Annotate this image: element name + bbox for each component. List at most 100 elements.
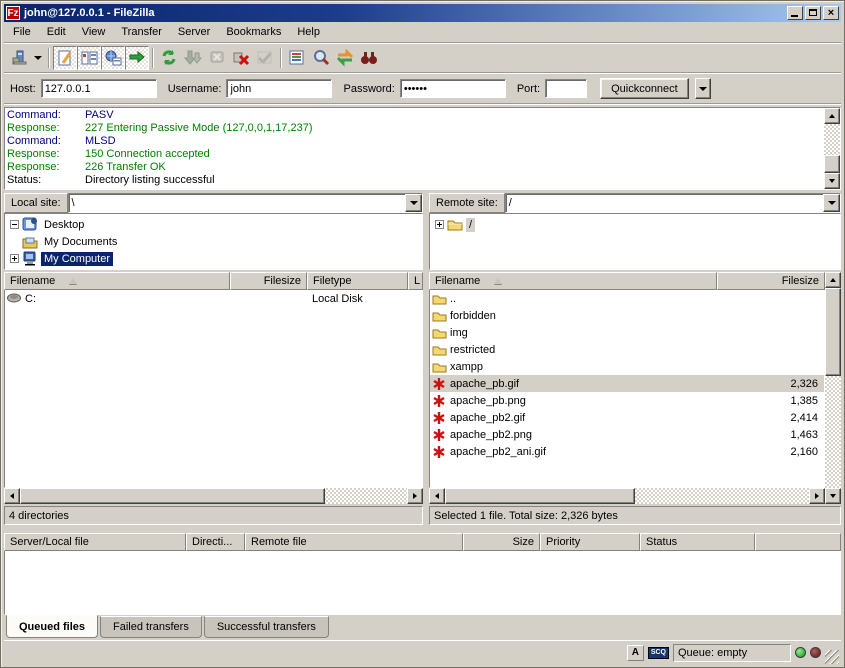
refresh-button[interactable]: [157, 46, 181, 70]
menu-transfer[interactable]: Transfer: [113, 24, 170, 40]
scroll-right-button[interactable]: [407, 488, 423, 504]
speed-limit-badge-icon[interactable]: SCQ: [648, 647, 669, 659]
column-header-filename[interactable]: Filename: [429, 272, 717, 290]
column-header-server-local-file[interactable]: Server/Local file: [4, 533, 186, 551]
cancel-operation-button[interactable]: [205, 46, 229, 70]
local-horizontal-scrollbar[interactable]: [4, 488, 423, 504]
local-site-combo[interactable]: \: [68, 193, 423, 213]
local-list-body[interactable]: C: Local Disk: [4, 290, 423, 488]
scrollbar-thumb[interactable]: [824, 155, 840, 173]
menu-bookmarks[interactable]: Bookmarks: [218, 24, 289, 40]
column-header-blank[interactable]: [755, 533, 841, 551]
local-site-dropdown-button[interactable]: [405, 194, 422, 212]
port-input[interactable]: [545, 79, 587, 98]
scroll-down-button[interactable]: [824, 173, 840, 189]
tree-item-label[interactable]: /: [466, 218, 475, 232]
synchronized-browsing-button[interactable]: [333, 46, 357, 70]
toggle-local-treeview-button[interactable]: [77, 46, 101, 70]
log-vertical-scrollbar[interactable]: [824, 108, 840, 189]
file-search-button[interactable]: [309, 46, 333, 70]
process-queue-button[interactable]: [181, 46, 205, 70]
title-bar[interactable]: Fz john@127.0.0.1 - FileZilla ×: [4, 4, 841, 22]
scroll-up-button[interactable]: [825, 272, 841, 288]
column-header-status[interactable]: Status: [640, 533, 755, 551]
maximize-button[interactable]: [805, 6, 821, 20]
local-row-c-drive[interactable]: C: Local Disk: [5, 290, 422, 307]
filter-button[interactable]: [285, 46, 309, 70]
toggle-remote-treeview-button[interactable]: [101, 46, 125, 70]
column-header-filename[interactable]: Filename: [4, 272, 230, 290]
remote-row-selected[interactable]: apache_pb.gif 2,326: [430, 375, 824, 392]
disconnect-button[interactable]: [229, 46, 253, 70]
remote-row[interactable]: xampp: [430, 358, 824, 375]
toggle-transfer-queue-button[interactable]: [125, 46, 149, 70]
column-header-direction[interactable]: Directi...: [186, 533, 245, 551]
tree-item-root[interactable]: /: [432, 216, 838, 233]
message-log[interactable]: Command:PASV Response:227 Entering Passi…: [5, 108, 824, 189]
tree-item-label[interactable]: My Documents: [41, 235, 120, 249]
scrollbar-track[interactable]: [635, 488, 809, 504]
scrollbar-track[interactable]: [825, 376, 841, 488]
minimize-button[interactable]: [787, 6, 803, 20]
menu-help[interactable]: Help: [289, 24, 328, 40]
scrollbar-thumb[interactable]: [445, 488, 635, 504]
toggle-message-log-button[interactable]: [53, 46, 77, 70]
column-header-size[interactable]: Size: [463, 533, 540, 551]
scrollbar-track[interactable]: [325, 488, 407, 504]
tree-item-label[interactable]: My Computer: [41, 252, 113, 266]
tab-successful-transfers[interactable]: Successful transfers: [204, 616, 329, 638]
remote-site-dropdown-button[interactable]: [823, 194, 840, 212]
scrollbar-thumb[interactable]: [20, 488, 325, 504]
remote-horizontal-scrollbar[interactable]: [429, 488, 825, 504]
column-header-last-modified[interactable]: L: [408, 272, 423, 290]
remote-row[interactable]: img: [430, 324, 824, 341]
scroll-up-button[interactable]: [824, 108, 840, 124]
menu-server[interactable]: Server: [170, 24, 218, 40]
remote-row[interactable]: restricted: [430, 341, 824, 358]
resize-grip[interactable]: [825, 650, 839, 664]
tree-item-my-documents[interactable]: My Documents: [7, 233, 420, 250]
close-button[interactable]: ×: [823, 6, 839, 20]
menu-view[interactable]: View: [74, 24, 114, 40]
column-header-filetype[interactable]: Filetype: [307, 272, 408, 290]
tab-failed-transfers[interactable]: Failed transfers: [100, 616, 202, 638]
site-manager-button[interactable]: [7, 46, 31, 70]
remote-site-value[interactable]: /: [506, 194, 823, 212]
site-manager-dropdown-button[interactable]: [31, 46, 45, 70]
remote-row[interactable]: apache_pb2.gif 2,414: [430, 409, 824, 426]
scroll-left-button[interactable]: [4, 488, 20, 504]
remote-vertical-scrollbar[interactable]: [825, 272, 841, 504]
quickconnect-dropdown-button[interactable]: [695, 78, 711, 99]
tree-item-desktop[interactable]: Desktop: [7, 216, 420, 233]
collapse-icon[interactable]: [10, 220, 19, 229]
scroll-right-button[interactable]: [809, 488, 825, 504]
column-header-priority[interactable]: Priority: [540, 533, 640, 551]
remote-row[interactable]: apache_pb2.png 1,463: [430, 426, 824, 443]
password-input[interactable]: [400, 79, 506, 98]
find-files-button[interactable]: [357, 46, 381, 70]
remote-site-combo[interactable]: /: [505, 193, 841, 213]
menu-edit[interactable]: Edit: [39, 24, 74, 40]
remote-row[interactable]: forbidden: [430, 307, 824, 324]
remote-row[interactable]: apache_pb2_ani.gif 2,160: [430, 443, 824, 460]
scroll-left-button[interactable]: [429, 488, 445, 504]
scrollbar-track[interactable]: [824, 124, 840, 155]
scroll-down-button[interactable]: [825, 488, 841, 504]
username-input[interactable]: [226, 79, 332, 98]
remote-row[interactable]: apache_pb.png 1,385: [430, 392, 824, 409]
column-header-remote-file[interactable]: Remote file: [245, 533, 463, 551]
tree-item-my-computer[interactable]: My Computer: [7, 250, 420, 267]
menu-file[interactable]: File: [5, 24, 39, 40]
expand-icon[interactable]: [10, 254, 19, 263]
column-header-filesize[interactable]: Filesize: [230, 272, 307, 290]
remote-row[interactable]: ..: [430, 290, 824, 307]
host-input[interactable]: [41, 79, 157, 98]
remote-list-body[interactable]: .. forbidden img: [429, 290, 825, 488]
verify-button[interactable]: [253, 46, 277, 70]
scrollbar-thumb[interactable]: [825, 288, 841, 376]
tree-item-label[interactable]: Desktop: [41, 218, 87, 232]
local-directory-tree[interactable]: Desktop My Documents My Computer: [4, 213, 423, 270]
local-site-value[interactable]: \: [69, 194, 405, 212]
quickconnect-button[interactable]: Quickconnect: [600, 78, 689, 99]
ascii-transfer-type-icon[interactable]: A: [627, 645, 644, 661]
